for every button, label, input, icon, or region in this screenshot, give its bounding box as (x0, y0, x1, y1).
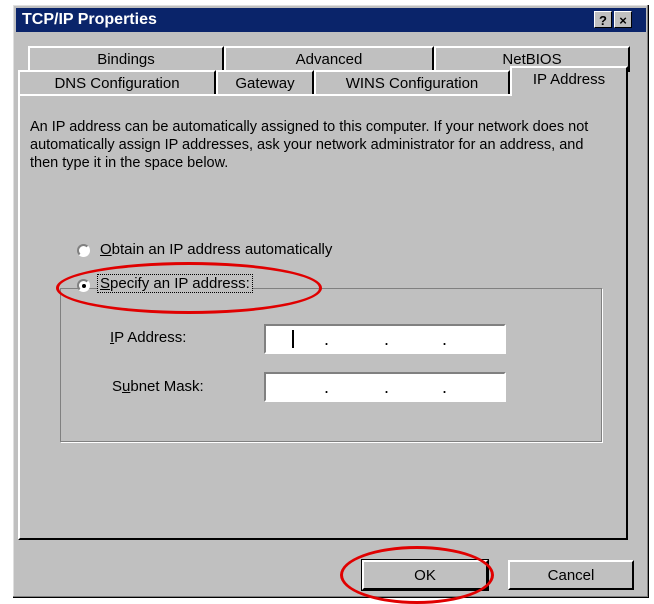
tab-dns-configuration[interactable]: DNS Configuration (18, 70, 216, 96)
ip-address-label: IP Address: (110, 329, 186, 346)
description-text: An IP address can be automatically assig… (30, 119, 589, 171)
subnet-dot-3: . (442, 377, 448, 397)
specify-mnemonic: S (100, 275, 111, 292)
subnet-mask-input[interactable]: . . . (264, 372, 506, 402)
ip-settings-group (60, 288, 602, 442)
obtain-mnemonic: O (100, 241, 112, 258)
tab-bindings[interactable]: Bindings (28, 46, 224, 72)
obtain-label-text: btain an IP address automatically (111, 241, 333, 258)
ip-dot-1: . (324, 329, 330, 349)
subnet-label-text: bnet Mask: (130, 378, 204, 395)
title-bar[interactable]: TCP/IP Properties ? × (16, 8, 646, 32)
specify-ip-label[interactable]: Specify an IP address: (97, 274, 253, 293)
tab-ip-address[interactable]: IP Address (510, 66, 628, 96)
close-icon[interactable]: × (614, 11, 632, 28)
ip-address-input[interactable]: . . . (264, 324, 506, 354)
text-caret (292, 330, 294, 348)
ip-dot-2: . (384, 329, 390, 349)
obtain-ip-radio[interactable] (77, 244, 90, 257)
help-icon[interactable]: ? (594, 11, 612, 28)
tab-wins-configuration[interactable]: WINS Configuration (314, 70, 510, 96)
cancel-button[interactable]: Cancel (508, 560, 634, 590)
tab-advanced[interactable]: Advanced (224, 46, 434, 72)
subnet-dot-2: . (384, 377, 390, 397)
tab-gateway[interactable]: Gateway (216, 70, 314, 96)
ip-dot-3: . (442, 329, 448, 349)
specify-ip-radio[interactable] (77, 279, 90, 292)
subnet-label-s: S (112, 378, 123, 395)
subnet-dot-1: . (324, 377, 330, 397)
ip-label-text: P Address: (114, 329, 187, 346)
obtain-ip-label[interactable]: Obtain an IP address automatically (100, 241, 332, 258)
window-title: TCP/IP Properties (22, 11, 157, 28)
subnet-mask-label: Subnet Mask: (112, 378, 204, 395)
specify-label-text: pecify an IP address: (110, 275, 250, 292)
ok-button[interactable]: OK (361, 559, 489, 591)
